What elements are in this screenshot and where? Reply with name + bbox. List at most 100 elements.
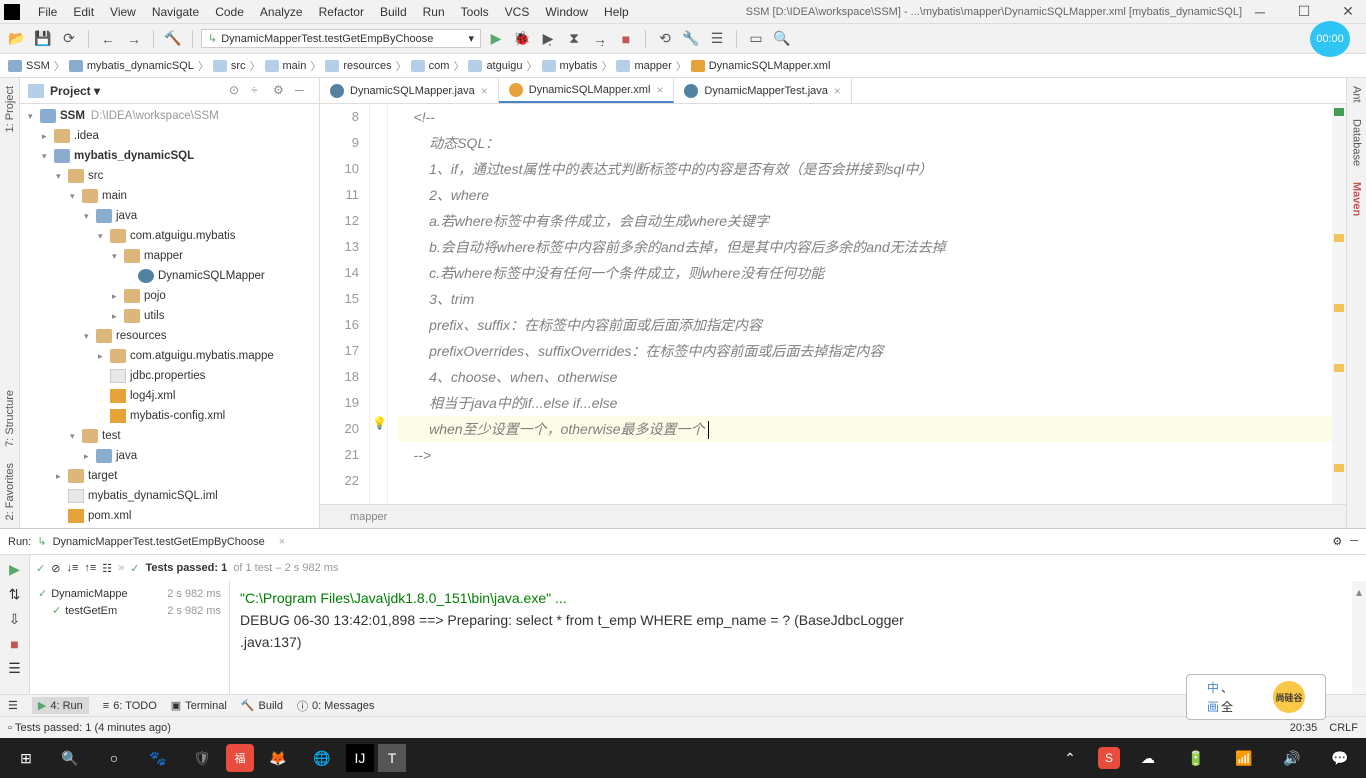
tree-node[interactable]: ▾com.atguigu.mybatis <box>20 226 319 246</box>
tool-favorites[interactable]: 2: Favorites <box>2 455 18 528</box>
notifications-icon[interactable]: 💬 <box>1320 742 1360 774</box>
firefox-icon[interactable]: 🦊 <box>258 742 298 774</box>
menu-tools[interactable]: Tools <box>455 3 495 21</box>
tree-node[interactable]: ▸pojo <box>20 286 319 306</box>
tool-structure[interactable]: 7: Structure <box>2 382 18 455</box>
test-tree[interactable]: ✓DynamicMappe2 s 982 ms ✓testGetEm2 s 98… <box>30 581 230 694</box>
crumb-com[interactable]: com <box>411 60 450 72</box>
close-icon[interactable]: × <box>656 83 663 97</box>
close-button[interactable]: ✕ <box>1334 2 1362 22</box>
check-icon[interactable]: ✓ <box>36 562 45 575</box>
wifi-icon[interactable]: 📶 <box>1224 742 1264 774</box>
panel-title[interactable]: Project ▾ <box>50 84 229 98</box>
coverage-icon[interactable]: ▶̣ <box>537 28 559 50</box>
attach-icon[interactable]: →̣ <box>589 28 611 50</box>
layout-icon[interactable]: ▭ <box>745 28 767 50</box>
crumb-src[interactable]: src <box>213 60 246 72</box>
tree-node[interactable]: ▸mybatis helloworld <box>20 526 319 528</box>
run-icon[interactable]: ▶ <box>485 28 507 50</box>
menu-file[interactable]: File <box>32 3 63 21</box>
stop-icon[interactable]: ■ <box>615 28 637 50</box>
tab-xml[interactable]: DynamicSQLMapper.xml × <box>499 78 675 103</box>
forward-icon[interactable]: → <box>123 28 145 50</box>
menu-view[interactable]: View <box>104 3 142 21</box>
crumb-mapper[interactable]: mapper <box>616 60 671 72</box>
code-editor[interactable]: <!-- 动态SQL： 1、if，通过test属性中的表达式判断标签中的内容是否… <box>388 104 1332 504</box>
console-output[interactable]: "C:\Program Files\Java\jdk1.8.0_151\bin\… <box>230 581 1352 694</box>
collapse-icon[interactable]: ☰ <box>8 699 18 712</box>
tree-node[interactable]: DynamicSQLMapper <box>20 266 319 286</box>
tool-project[interactable]: 1: Project <box>2 78 18 140</box>
run-config-tab[interactable]: ↳DynamicMapperTest.testGetEmpByChoose× <box>37 535 285 548</box>
hide-icon[interactable]: ─ <box>1350 535 1358 548</box>
crumb-mybatis[interactable]: mybatis <box>542 60 598 72</box>
tree-node[interactable]: mybatis_dynamicSQL.iml <box>20 486 319 506</box>
collapse-icon[interactable]: ÷ <box>251 83 267 99</box>
line-gutter[interactable]: 8910111213141516171819202122 <box>320 104 370 504</box>
bulb-icon[interactable]: 💡 <box>372 416 387 430</box>
tree-node[interactable]: ▾java <box>20 206 319 226</box>
tree-node[interactable]: ▸target <box>20 466 319 486</box>
search-icon[interactable]: 🔍 <box>771 28 793 50</box>
vcs-icon[interactable]: ⟲ <box>654 28 676 50</box>
tree-icon[interactable]: ☷ <box>102 562 112 575</box>
volume-icon[interactable]: 🔊 <box>1272 742 1312 774</box>
toggle-icon[interactable]: ⇅ <box>9 586 21 603</box>
tree-node[interactable]: ▾main <box>20 186 319 206</box>
open-icon[interactable]: 📂 <box>6 28 28 50</box>
refresh-icon[interactable]: ⟳ <box>58 28 80 50</box>
sort2-icon[interactable]: ↑≡ <box>84 562 96 574</box>
menu-navigate[interactable]: Navigate <box>146 3 205 21</box>
tree-node[interactable]: ▾src <box>20 166 319 186</box>
tab-messages[interactable]: ⓘ0: Messages <box>297 698 374 714</box>
tree-node[interactable]: ▸.idea <box>20 126 319 146</box>
editor-breadcrumb[interactable]: mapper <box>320 504 1346 528</box>
tab-todo[interactable]: ≡6: TODO <box>103 700 157 712</box>
structure-icon[interactable]: ☰ <box>706 28 728 50</box>
gear-icon[interactable]: ⚙ <box>1332 535 1342 548</box>
menu-run[interactable]: Run <box>417 3 451 21</box>
tree-node[interactable]: ▸com.atguigu.mybatis.mappe <box>20 346 319 366</box>
tree-node[interactable]: ▾SSMD:\IDEA\workspace\SSM <box>20 106 319 126</box>
tab-java1[interactable]: DynamicSQLMapper.java × <box>320 78 499 103</box>
test-row[interactable]: ✓DynamicMappe2 s 982 ms <box>34 585 225 602</box>
tool-ant[interactable]: Ant <box>1349 78 1365 111</box>
console-scrollbar[interactable]: ▴ <box>1352 581 1366 694</box>
close-icon[interactable]: × <box>279 536 285 548</box>
crumb-ssm[interactable]: SSM <box>8 60 50 72</box>
locate-icon[interactable]: ⊙ <box>229 83 245 99</box>
crumb-module[interactable]: mybatis_dynamicSQL <box>69 60 194 72</box>
tool-database[interactable]: Database <box>1349 111 1365 174</box>
onedrive-icon[interactable]: ☁ <box>1128 742 1168 774</box>
menu-vcs[interactable]: VCS <box>499 3 536 21</box>
rerun-icon[interactable]: ▶ <box>9 561 20 578</box>
battery-icon[interactable]: 🔋 <box>1176 742 1216 774</box>
tree-node[interactable]: ▸utils <box>20 306 319 326</box>
tab-terminal[interactable]: ▣Terminal <box>171 699 227 712</box>
app-icon[interactable]: 🐾 <box>138 742 178 774</box>
profile-icon[interactable]: ⧗ <box>563 28 585 50</box>
tray-icon[interactable]: ⌃ <box>1050 742 1090 774</box>
ime-widget[interactable]: 中、 画全 尚硅谷 <box>1186 674 1326 720</box>
tree-node[interactable]: ▾resources <box>20 326 319 346</box>
tool-maven[interactable]: Maven <box>1349 174 1365 224</box>
tree-node[interactable]: jdbc.properties <box>20 366 319 386</box>
menu-analyze[interactable]: Analyze <box>254 3 309 21</box>
start-icon[interactable]: ⊞ <box>6 742 46 774</box>
close-icon[interactable]: × <box>834 84 841 98</box>
close-icon[interactable]: × <box>481 84 488 98</box>
menu-window[interactable]: Window <box>539 3 594 21</box>
menu-edit[interactable]: Edit <box>67 3 100 21</box>
stop-icon[interactable]: ■ <box>10 636 18 652</box>
menu-refactor[interactable]: Refactor <box>313 3 370 21</box>
tree-node[interactable]: ▾test <box>20 426 319 446</box>
run-config-selector[interactable]: ↳ DynamicMapperTest.testGetEmpByChoose ▾ <box>201 29 481 48</box>
wrench-icon[interactable]: 🔧 <box>680 28 702 50</box>
menu-help[interactable]: Help <box>598 3 635 21</box>
sort1-icon[interactable]: ↓≡ <box>66 562 78 574</box>
test-row[interactable]: ✓testGetEm2 s 982 ms <box>34 602 225 619</box>
menu-code[interactable]: Code <box>209 3 250 21</box>
crumb-atguigu[interactable]: atguigu <box>468 60 522 72</box>
layout-icon[interactable]: ☰ <box>8 660 21 677</box>
tree-node[interactable]: log4j.xml <box>20 386 319 406</box>
